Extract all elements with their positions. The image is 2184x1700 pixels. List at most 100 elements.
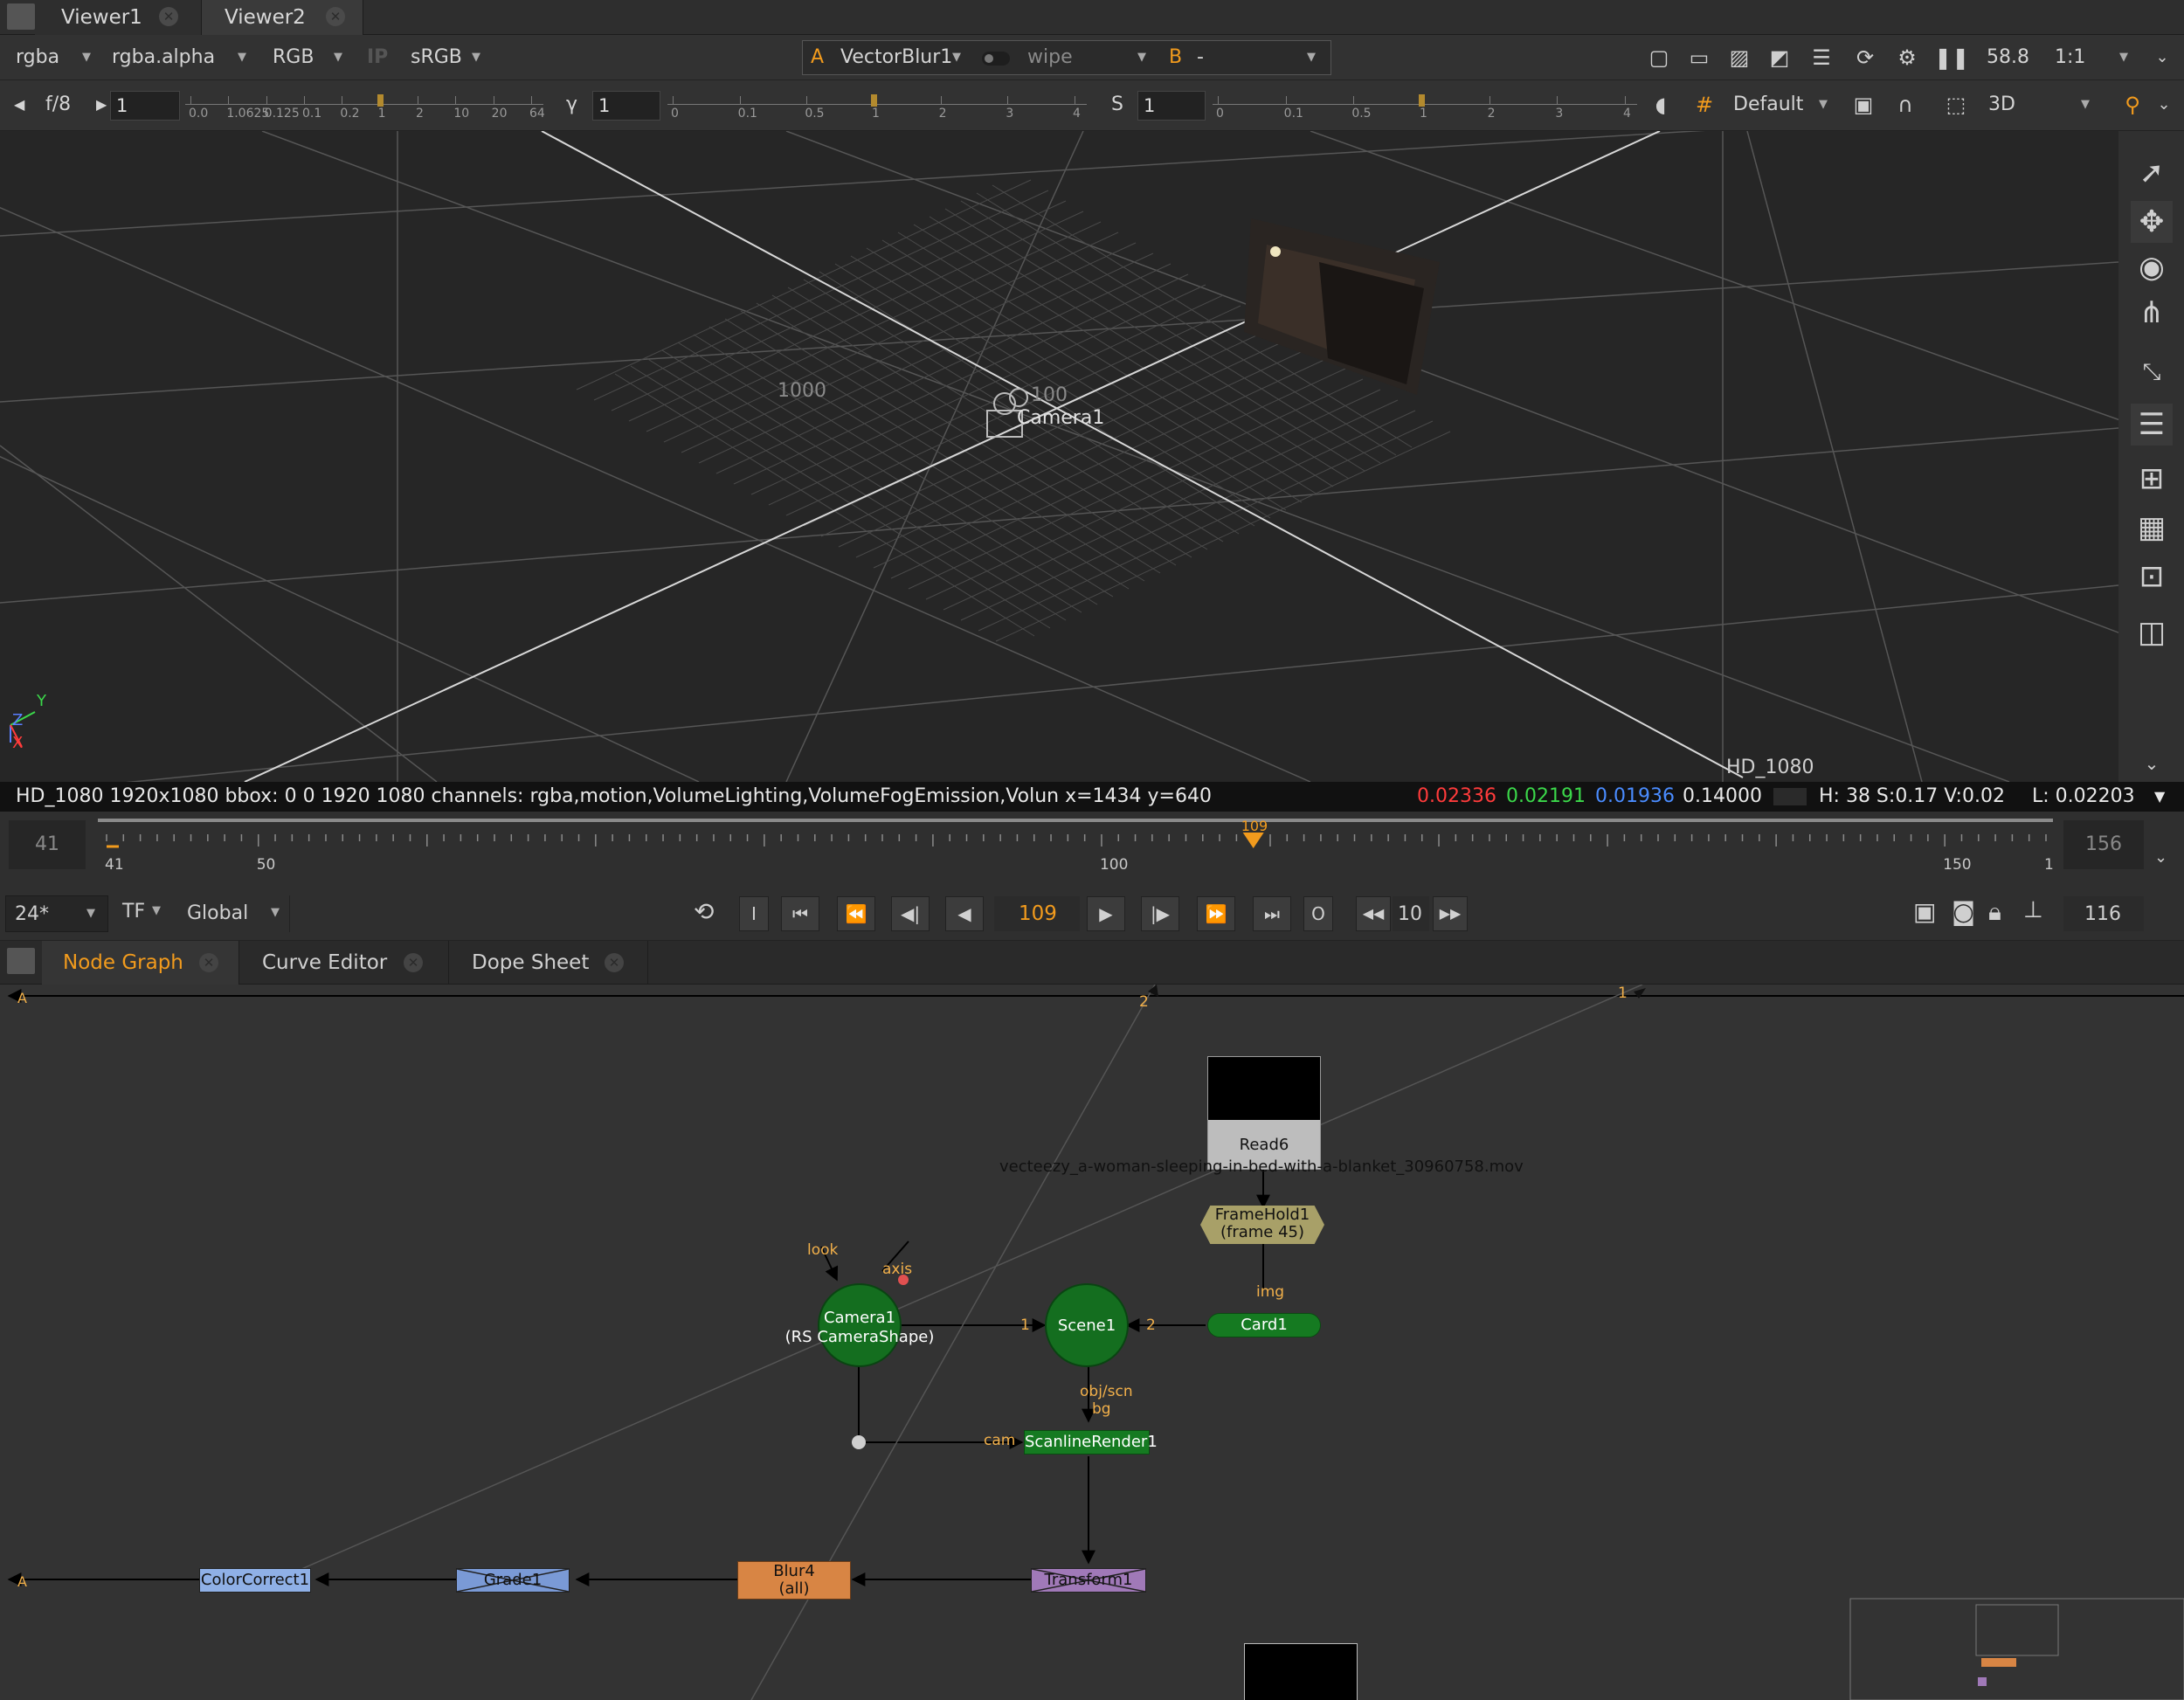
lock-icon[interactable]: ⚲ [2118,80,2147,129]
vertex-select-icon[interactable]: ⋔ [2131,292,2173,334]
ip-button[interactable]: IP [367,35,388,80]
last-frame-button[interactable]: ⏭ [1253,896,1291,931]
gain-handle[interactable] [377,94,384,107]
pause-icon[interactable]: ❚❚ [1934,35,1969,80]
close-icon[interactable]: ✕ [605,953,624,972]
clipping-icon[interactable]: ◖ [1646,80,1676,129]
gamma-slider[interactable]: 0 0.1 0.5 1 2 3 4 [667,93,1087,121]
next-fstop-icon[interactable]: ▶ [96,80,107,129]
prev-keyframe-button[interactable]: ⏪ [837,896,875,931]
step-back-button[interactable]: ◀◀ [1356,896,1391,931]
prev-fstop-icon[interactable]: ◀ [14,80,24,129]
collapse-icon[interactable]: ⌄ [2154,848,2167,867]
lock-icon[interactable]: 🔒︎ [1988,897,2001,927]
display-channel-dropdown[interactable]: RGB [273,35,314,80]
scanline-render-node[interactable]: ScanlineRender1 [1024,1430,1158,1455]
gain-slider[interactable]: 0.0 1.0625 0.125 0.1 0.2 1 2 10 20 64 [185,93,545,121]
collapse-icon[interactable]: ⌄ [2131,743,2173,784]
saturation-field[interactable]: 1 [1137,91,1206,121]
translate-icon[interactable]: ✥ [2131,201,2173,243]
tab-viewer2[interactable]: Viewer2 ✕ [201,0,363,35]
timecode-dropdown[interactable]: TF [122,901,145,923]
node-graph-canvas[interactable]: A A 2 1 Read6 vecteezy_a-woman-sleeping-… [0,985,2184,1700]
current-frame-field[interactable]: 109 [994,896,1080,931]
chevron-down-icon[interactable]: ▼ [2154,782,2165,812]
bounce-icon[interactable]: ⊥ [2023,897,2043,923]
in-point-button[interactable]: I [739,896,769,931]
pane-menu-icon[interactable] [7,3,35,30]
b-input-dropdown[interactable]: - [1197,35,1204,80]
view-mode-dropdown[interactable]: Default [1733,80,1803,129]
scope-dropdown[interactable]: Global ▼ [180,895,290,932]
wipe-dropdown[interactable]: wipe [1027,35,1073,80]
close-icon[interactable]: ✕ [404,953,423,972]
tab-dope-sheet[interactable]: Dope Sheet ✕ [451,941,648,985]
record-icon[interactable]: ◙ [1952,897,1975,926]
settings-icon[interactable]: ⚙ [1892,35,1922,80]
playhead[interactable] [1242,833,1264,848]
a-input-dropdown[interactable]: VectorBlur1 [840,35,952,80]
loop-mode-icon[interactable]: ⟲ [694,897,714,926]
fps-dropdown[interactable]: 24* ▼ [5,895,108,932]
framehold-node[interactable]: FrameHold1 (frame 45) [1200,1206,1324,1244]
region-of-interest-icon[interactable]: ▢ [1644,35,1674,80]
frame-all-icon[interactable]: ⊡ [2131,556,2173,598]
tab-viewer1[interactable]: Viewer1 ✕ [35,0,201,35]
saturation-slider[interactable]: 0 0.1 0.5 1 2 3 4 [1213,93,1637,121]
align-icon[interactable]: ☰ [2131,404,2173,446]
close-icon[interactable]: ✕ [159,7,178,26]
view-type-dropdown[interactable]: 3D [1988,80,2015,129]
read-node[interactable]: Read6 [1207,1056,1321,1170]
proxy-icon[interactable]: ◩ [1765,35,1794,80]
close-icon[interactable]: ✕ [326,7,345,26]
bbox-icon[interactable]: ⊞ [2131,458,2173,500]
next-keyframe-button[interactable]: ⏩ [1197,896,1235,931]
grid-icon[interactable]: # [1690,80,1719,129]
first-frame-button[interactable]: ⏮ [781,896,819,931]
layout-icon[interactable]: ▦ [2131,507,2173,549]
collapse-icon[interactable]: ⌄ [2149,80,2179,129]
next-frame-button[interactable]: |▶ [1141,896,1179,931]
overlay-lines-icon[interactable]: ☰ [1807,35,1836,80]
close-icon[interactable]: ✕ [199,953,218,972]
thumbnail-node[interactable] [1244,1643,1358,1700]
step-forward-button[interactable]: ▶▶ [1433,896,1468,931]
blur-node[interactable]: Blur4 (all) [737,1561,851,1600]
gain-field[interactable]: 1 [110,91,180,121]
end-frame-field[interactable]: 116 [2063,896,2144,931]
out-point-field[interactable]: 156 [2063,820,2144,869]
increment-field[interactable]: 10 [1393,896,1429,931]
graph-minimap[interactable] [1850,1599,2184,1700]
out-point-button[interactable]: O [1303,896,1333,931]
viewer-3d-viewport[interactable]: 1000 100 Camera1 HD_1080 Y Z X [0,131,2118,782]
frame-icon[interactable]: ▭ [1684,35,1714,80]
tab-curve-editor[interactable]: Curve Editor ✕ [241,941,449,985]
channel-dropdown[interactable]: rgba.alpha [112,35,215,80]
snap-icon[interactable]: ◫ [2131,612,2173,653]
select-arrow-icon[interactable]: ➚ [2131,152,2173,194]
timeline-ruler[interactable]: 41 50 100 150 156 109 [98,817,2053,890]
play-forward-button[interactable]: ▶ [1087,896,1125,931]
card-node[interactable]: Card1 [1207,1313,1321,1337]
prev-frame-button[interactable]: ◀| [891,896,930,931]
in-point-field[interactable]: 41 [9,820,86,869]
transform-node[interactable]: Transform1 [1031,1568,1146,1593]
wipe-toggle[interactable] [982,52,1010,66]
play-backward-button[interactable]: ◀ [945,896,984,931]
checkerboard-icon[interactable]: ▨ [1724,35,1754,80]
pane-menu-icon[interactable] [7,948,35,974]
selection-icon[interactable]: ⬚ [1941,80,1971,129]
grade-node[interactable]: Grade1 [456,1568,570,1593]
gamma-field[interactable]: 1 [592,91,660,121]
lut-dropdown[interactable]: sRGB [411,35,462,80]
refresh-icon[interactable]: ⟳ [1850,35,1880,80]
scene-node[interactable]: Scene1 [1045,1283,1129,1367]
collapse-icon[interactable]: ⌄ [2147,35,2177,80]
colorcorrect-node[interactable]: ColorCorrect1 [199,1568,311,1593]
curve-icon[interactable]: ∩ [1890,80,1920,129]
layer-dropdown[interactable]: rgba [16,35,59,80]
camera-icon[interactable]: ▣ [1849,80,1878,129]
zoom-dropdown[interactable]: 1:1 [2055,35,2085,80]
rotate-icon[interactable]: ◉ [2131,246,2173,288]
saturation-handle[interactable] [1419,94,1425,107]
